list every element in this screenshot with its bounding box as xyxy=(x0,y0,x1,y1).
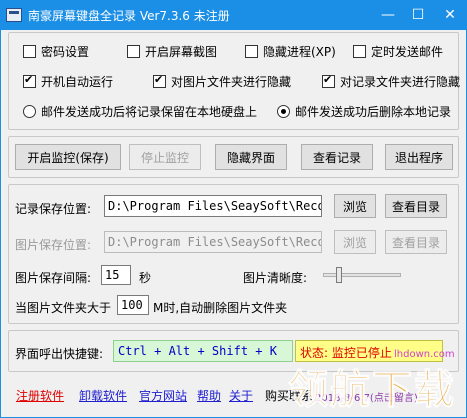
exit-program-button[interactable]: 退出程序 xyxy=(385,144,453,170)
folder-size-suffix: M时,自动删除图片文件夹 xyxy=(153,301,288,315)
title-bar[interactable]: 南豪屏幕键盘全记录 Ver7.3.6 未注册 — ☐ ✕ xyxy=(0,0,467,30)
record-view-dir-button[interactable]: 查看目录 xyxy=(385,194,447,218)
close-icon[interactable]: ✕ xyxy=(434,0,466,30)
website-link[interactable]: 官方网站 xyxy=(139,387,187,404)
hide-process-label: 隐藏进程(XP) xyxy=(263,45,336,59)
option-password[interactable]: 密码设置 xyxy=(23,43,89,60)
delete-local-label: 邮件发送成功后删除本地记录 xyxy=(295,105,452,119)
password-checkbox[interactable] xyxy=(23,45,36,58)
hide-process-checkbox[interactable] xyxy=(245,45,258,58)
watermark-text: 领航下载 xyxy=(288,367,456,414)
option-hide-process[interactable]: 隐藏进程(XP) xyxy=(245,43,336,60)
image-view-dir-button[interactable]: 查看目录 xyxy=(385,230,447,254)
image-path-input[interactable]: D:\Program Files\SeaySoft\Record xyxy=(104,231,322,253)
uninstall-link[interactable]: 卸载软件 xyxy=(79,387,127,404)
screenshot-checkbox[interactable] xyxy=(127,45,140,58)
option-hide-record-folder[interactable]: 对记录文件夹进行隐藏 xyxy=(322,73,460,90)
delete-local-radio[interactable] xyxy=(277,105,290,118)
autostart-checkbox[interactable] xyxy=(23,73,36,88)
autostart-label: 开机自动运行 xyxy=(41,75,114,89)
folder-size-input[interactable]: 100 xyxy=(117,295,149,315)
actions-group: 开启监控(保存) 停止监控 隐藏界面 查看记录 退出程序 xyxy=(8,136,459,178)
window-title: 南豪屏幕键盘全记录 Ver7.3.6 未注册 xyxy=(28,9,230,23)
image-path-label: 图片保存位置: xyxy=(15,238,92,252)
folder-size-prefix: 当图片文件夹大于 xyxy=(15,301,112,315)
option-keep-local[interactable]: 邮件发送成功后将记录保留在本地硬盘上 xyxy=(23,103,257,120)
hotkey-input[interactable]: Ctrl + Alt + Shift + K xyxy=(113,340,293,362)
app-keyboard-icon xyxy=(6,8,22,22)
help-link[interactable]: 帮助 xyxy=(197,387,221,404)
option-delete-local[interactable]: 邮件发送成功后删除本地记录 xyxy=(277,103,451,120)
option-hide-image-folder[interactable]: 对图片文件夹进行隐藏 xyxy=(153,73,291,90)
image-browse-button[interactable]: 浏览 xyxy=(334,230,376,254)
interval-unit: 秒 xyxy=(139,271,152,285)
hide-record-folder-label: 对记录文件夹进行隐藏 xyxy=(340,75,461,89)
stop-monitor-button[interactable]: 停止监控 xyxy=(129,144,201,170)
record-path-input[interactable]: D:\Program Files\SeaySoft\Record xyxy=(104,195,322,217)
maximize-icon[interactable]: ☐ xyxy=(402,0,434,30)
start-monitor-button[interactable]: 开启监控(保存) xyxy=(15,144,121,170)
option-screenshot[interactable]: 开启屏幕截图 xyxy=(127,43,217,60)
keep-local-label: 邮件发送成功后将记录保留在本地硬盘上 xyxy=(41,105,258,119)
hotkey-label: 界面呼出快捷键: xyxy=(15,347,104,361)
screenshot-label: 开启屏幕截图 xyxy=(145,45,218,59)
interval-label: 图片保存间隔: xyxy=(15,271,92,285)
hide-window-button[interactable]: 隐藏界面 xyxy=(215,144,287,170)
scheduled-mail-label: 定时发送邮件 xyxy=(371,45,444,59)
interval-input[interactable]: 15 xyxy=(101,265,131,285)
record-browse-button[interactable]: 浏览 xyxy=(334,194,376,218)
minimize-icon[interactable]: — xyxy=(372,0,404,30)
options-group: 密码设置 开启屏幕截图 隐藏进程(XP) 定时发送邮件 开机自动运行 对图片文件… xyxy=(8,32,460,130)
option-autostart[interactable]: 开机自动运行 xyxy=(23,73,113,90)
record-path-label: 记录保存位置: xyxy=(15,202,92,216)
hide-image-folder-checkbox[interactable] xyxy=(153,73,166,88)
password-label: 密码设置 xyxy=(41,45,90,59)
hide-record-folder-checkbox[interactable] xyxy=(322,73,335,88)
clarity-slider-thumb[interactable] xyxy=(335,267,342,283)
option-scheduled-mail[interactable]: 定时发送邮件 xyxy=(353,43,443,60)
clarity-slider-track[interactable] xyxy=(323,273,401,277)
keep-local-radio[interactable] xyxy=(23,105,36,118)
clarity-label: 图片清晰度: xyxy=(243,271,308,285)
about-link[interactable]: 关于 xyxy=(229,387,253,404)
scheduled-mail-checkbox[interactable] xyxy=(353,45,366,58)
watermark-logo: lhdown.com 领航下载 xyxy=(284,345,466,417)
hide-image-folder-label: 对图片文件夹进行隐藏 xyxy=(171,75,292,89)
register-link[interactable]: 注册软件 xyxy=(16,387,64,404)
storage-group: 记录保存位置: D:\Program Files\SeaySoft\Record… xyxy=(8,184,459,324)
view-records-button[interactable]: 查看记录 xyxy=(301,144,373,170)
